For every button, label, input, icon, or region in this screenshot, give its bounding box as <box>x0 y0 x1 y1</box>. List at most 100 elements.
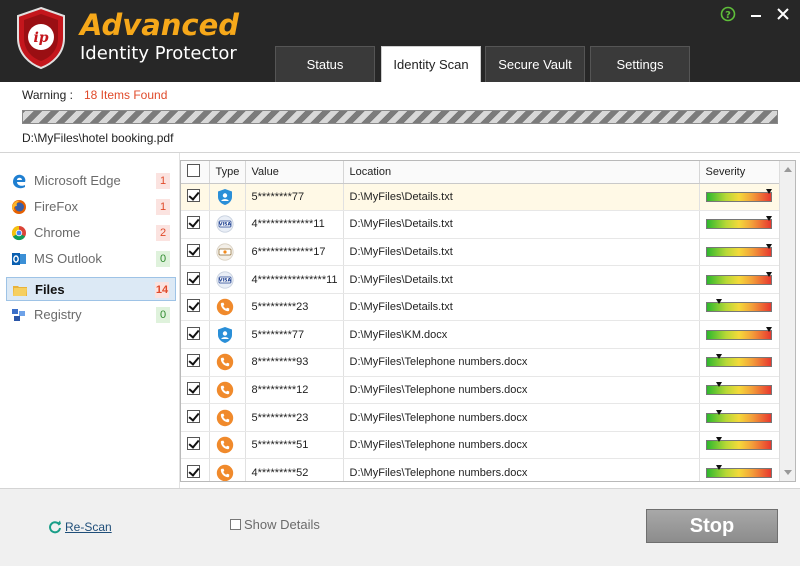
sidebar-item-ms-outlook[interactable]: MS Outlook 0 <box>6 247 176 271</box>
table-row[interactable]: 8*********93 D:\MyFiles\Telephone numbers… <box>181 348 782 377</box>
tab-identity-scan[interactable]: Identity Scan <box>381 46 481 82</box>
stop-button[interactable]: Stop <box>646 509 778 543</box>
severity-marker <box>716 299 723 305</box>
table-row[interactable]: 5*********51 D:\MyFiles\Telephone numbers… <box>181 431 782 460</box>
discover-card-icon <box>215 243 234 261</box>
table-row[interactable]: 4*********52 D:\MyFiles\Telephone numbers… <box>181 458 782 481</box>
row-checkbox[interactable] <box>187 437 200 451</box>
sidebar-item-label: FireFox <box>34 199 79 214</box>
outlook-icon <box>12 253 26 265</box>
select-all-checkbox[interactable] <box>187 163 200 177</box>
value-cell: 4*********52 <box>245 458 344 481</box>
visa-card-icon: VISA <box>215 270 234 289</box>
row-checkbox[interactable] <box>187 464 200 478</box>
edge-icon <box>13 174 26 189</box>
severity-marker <box>716 409 723 415</box>
type-cell <box>209 348 246 377</box>
show-details-toggle[interactable]: Show Details <box>230 517 320 532</box>
row-checkbox[interactable] <box>187 354 200 368</box>
warning-count: 18 Items Found <box>84 88 168 102</box>
column-header-severity[interactable]: Severity <box>699 161 782 184</box>
table-row[interactable]: 6*************17 D:\MyFiles\Details.txt <box>181 238 782 267</box>
sidebar-item-firefox[interactable]: FireFox 1 <box>6 195 176 219</box>
severity-cell <box>699 183 782 212</box>
sidebar-item-microsoft-edge[interactable]: Microsoft Edge 1 <box>6 169 176 193</box>
table-row[interactable]: VISA 4*************11 D:\MyFiles\Details.t… <box>181 210 782 239</box>
folder-icon <box>13 286 27 296</box>
location-cell: D:\MyFiles\Telephone numbers.docx <box>343 431 700 460</box>
shield-person-icon <box>216 188 234 206</box>
row-checkbox[interactable] <box>187 381 200 395</box>
column-header-value[interactable]: Value <box>245 161 344 184</box>
tab-secure-vault[interactable]: Secure Vault <box>485 46 585 82</box>
table-row[interactable]: 5*********23 D:\MyFiles\Details.txt <box>181 293 782 322</box>
type-cell <box>209 238 246 267</box>
help-icon[interactable]: ? <box>720 6 736 22</box>
svg-text:VISA: VISA <box>218 222 231 228</box>
table-row[interactable]: 5*********23 D:\MyFiles\Telephone numbers… <box>181 403 782 432</box>
scroll-up-icon[interactable] <box>784 167 792 172</box>
severity-bar <box>705 326 772 340</box>
registry-icon <box>12 309 25 321</box>
scroll-down-icon[interactable] <box>784 470 792 475</box>
close-icon[interactable] <box>775 6 791 22</box>
severity-cell <box>699 348 782 377</box>
row-checkbox[interactable] <box>187 271 200 285</box>
rescan-label: Re-Scan <box>65 520 112 534</box>
type-cell <box>209 320 246 350</box>
tab-settings[interactable]: Settings <box>590 46 690 82</box>
table-row[interactable]: VISA 4****************11 D:\MyFiles\Detail… <box>181 265 782 294</box>
sidebar-item-chrome[interactable]: Chrome 2 <box>6 221 176 245</box>
type-cell <box>209 403 246 432</box>
visa-card-icon: VISA <box>215 215 234 233</box>
table-row[interactable]: 5********77 D:\MyFiles\Details.txt <box>181 183 782 212</box>
svg-text:?: ? <box>725 10 731 21</box>
count-badge: 14 <box>155 282 169 298</box>
rescan-link[interactable]: Re-Scan <box>48 520 112 534</box>
severity-cell <box>699 320 782 350</box>
row-check-cell <box>181 183 210 212</box>
type-cell: VISA <box>209 265 246 294</box>
row-check-cell <box>181 320 210 350</box>
location-cell: D:\MyFiles\Details.txt <box>343 210 700 239</box>
column-header-location[interactable]: Location <box>343 161 700 184</box>
row-checkbox[interactable] <box>187 216 200 230</box>
chrome-icon <box>11 225 26 241</box>
row-checkbox[interactable] <box>187 299 200 313</box>
row-check-cell <box>181 348 210 377</box>
value-cell: 5********77 <box>245 320 344 350</box>
minimize-icon[interactable] <box>748 6 764 22</box>
severity-bar <box>705 354 772 368</box>
type-cell <box>209 293 246 322</box>
table-row[interactable]: 5********77 D:\MyFiles\KM.docx <box>181 320 782 350</box>
brand-title-top: Advanced <box>80 8 240 42</box>
row-check-cell <box>181 376 210 405</box>
severity-cell <box>699 265 782 294</box>
row-checkbox[interactable] <box>187 326 200 340</box>
svg-text:ip: ip <box>33 30 48 46</box>
show-details-checkbox[interactable] <box>230 519 241 530</box>
vertical-scrollbar[interactable] <box>779 161 795 481</box>
severity-bar <box>705 409 772 423</box>
phone-icon <box>216 353 234 371</box>
tab-status[interactable]: Status <box>275 46 375 82</box>
location-cell: D:\MyFiles\Details.txt <box>343 183 700 212</box>
type-cell <box>209 376 246 405</box>
count-badge: 1 <box>156 173 170 189</box>
row-checkbox[interactable] <box>187 243 200 257</box>
table-row[interactable]: 8*********12 D:\MyFiles\Telephone numbers… <box>181 376 782 405</box>
shield-person-icon <box>216 326 234 344</box>
sidebar-item-registry[interactable]: Registry 0 <box>6 303 176 327</box>
count-badge: 0 <box>156 307 170 323</box>
row-checkbox[interactable] <box>187 409 200 423</box>
sidebar-item-files[interactable]: Files 14 <box>6 277 176 301</box>
sidebar-item-label: Registry <box>34 307 82 322</box>
severity-cell <box>699 293 782 322</box>
row-check-cell <box>181 293 210 322</box>
severity-bar <box>705 188 772 202</box>
severity-bar <box>705 381 772 395</box>
results-grid: Type Value Location Severity 5********77… <box>181 161 782 481</box>
show-details-label: Show Details <box>244 517 320 532</box>
row-checkbox[interactable] <box>187 188 200 202</box>
column-header-type[interactable]: Type <box>209 161 246 184</box>
